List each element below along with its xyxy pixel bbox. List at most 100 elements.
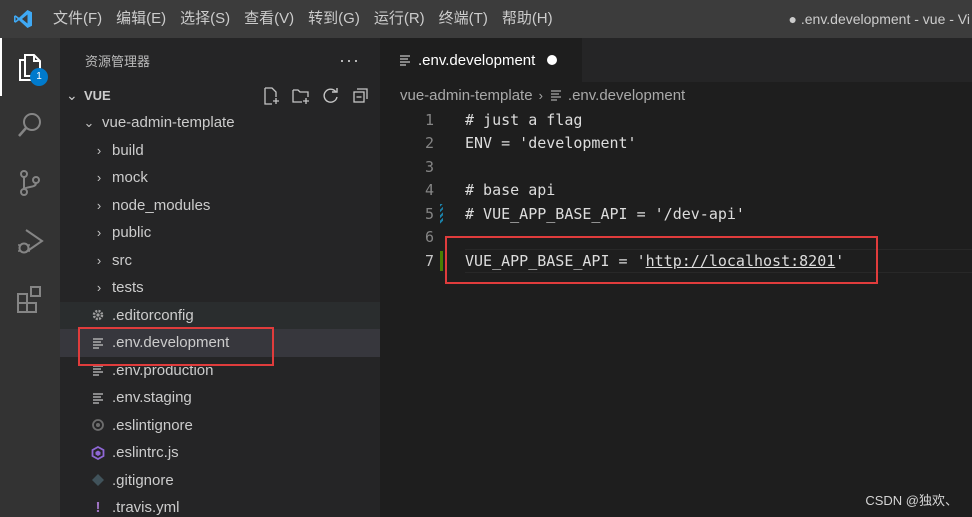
breadcrumb-file[interactable]: .env.development bbox=[568, 87, 685, 104]
run-debug-icon bbox=[18, 229, 44, 254]
menu-edit[interactable]: 编辑(E) bbox=[109, 0, 173, 38]
tree-item-label: vue-admin-template bbox=[102, 114, 235, 132]
breadcrumb: vue-admin-template › .env.development bbox=[380, 82, 972, 108]
tree-item-label: src bbox=[112, 251, 132, 269]
tree-folder-tests[interactable]: › tests bbox=[60, 274, 380, 302]
modified-line-marker[interactable] bbox=[440, 204, 443, 224]
line-text: ENV = 'development' bbox=[465, 134, 637, 153]
menu-view[interactable]: 查看(V) bbox=[237, 0, 301, 38]
menu-file[interactable]: 文件(F) bbox=[46, 0, 109, 38]
gutter bbox=[434, 249, 465, 273]
tree-file-env-staging[interactable]: .env.staging bbox=[60, 384, 380, 412]
watermark: CSDN @独欢、 bbox=[865, 493, 958, 508]
menu-go[interactable]: 转到(G) bbox=[301, 0, 367, 38]
vscode-logo-icon bbox=[0, 0, 46, 38]
text-file-icon bbox=[549, 88, 563, 102]
menu-run[interactable]: 运行(R) bbox=[367, 0, 432, 38]
line-number: 6 bbox=[424, 228, 434, 247]
code-line-active: 7 VUE_APP_BASE_API = ' http://localhost:8… bbox=[380, 249, 972, 273]
workspace-title: VUE bbox=[84, 88, 111, 103]
code-line: 4 # base api bbox=[380, 179, 972, 203]
explorer-badge: 1 bbox=[30, 68, 48, 86]
line-text: # base api bbox=[465, 181, 556, 200]
tree-file-gitignore[interactable]: .gitignore bbox=[60, 467, 380, 495]
extensions-activity-button[interactable] bbox=[0, 270, 60, 328]
line-number: 4 bbox=[424, 181, 434, 200]
tab-label: .env.development bbox=[418, 51, 536, 69]
gutter bbox=[434, 226, 465, 250]
tree-file-env-production[interactable]: .env.production bbox=[60, 357, 380, 385]
tree-item-label: .travis.yml bbox=[112, 499, 180, 517]
editor-area: .env.development vue-admin-template › .e… bbox=[380, 38, 972, 517]
tree-folder-src[interactable]: › src bbox=[60, 247, 380, 275]
tree-file-travis[interactable]: ! .travis.yml bbox=[60, 494, 380, 517]
text-file-icon bbox=[87, 336, 109, 350]
new-file-icon[interactable] bbox=[260, 85, 282, 107]
git-icon bbox=[87, 473, 109, 487]
tree-item-label: .env.staging bbox=[112, 389, 192, 407]
yaml-icon: ! bbox=[95, 499, 101, 517]
run-debug-activity-button[interactable] bbox=[0, 212, 60, 270]
refresh-icon[interactable] bbox=[320, 85, 342, 107]
tree-folder-mock[interactable]: › mock bbox=[60, 164, 380, 192]
tree-folder-build[interactable]: › build bbox=[60, 137, 380, 165]
tree-item-label: .gitignore bbox=[112, 471, 174, 489]
tree-item-label: node_modules bbox=[112, 196, 211, 214]
chevron-right-icon: › bbox=[538, 87, 543, 103]
line-number: 7 bbox=[424, 251, 434, 270]
sidebar-title-bar: 资源管理器 ··· bbox=[60, 38, 380, 82]
explorer-sidebar: 资源管理器 ··· ⌄ VUE ⌄ vue-admin-template › b… bbox=[60, 38, 380, 517]
tree-file-editorconfig[interactable]: .editorconfig bbox=[60, 301, 380, 329]
added-line-marker[interactable] bbox=[440, 251, 443, 271]
code-line: 1 # just a flag bbox=[380, 108, 972, 132]
gutter bbox=[434, 108, 465, 132]
eslint-icon bbox=[87, 445, 109, 460]
code-line: 2 ENV = 'development' bbox=[380, 132, 972, 156]
menu-selection[interactable]: 选择(S) bbox=[173, 0, 237, 38]
code-line: 5 # VUE_APP_BASE_API = '/dev-api' bbox=[380, 202, 972, 226]
tree-item-label: .eslintignore bbox=[112, 416, 193, 434]
tree-file-env-development[interactable]: .env.development bbox=[60, 329, 380, 357]
gutter bbox=[434, 202, 465, 226]
tree-folder-node-modules[interactable]: › node_modules bbox=[60, 192, 380, 220]
sidebar-title: 资源管理器 bbox=[85, 53, 151, 69]
new-folder-icon[interactable] bbox=[290, 85, 312, 107]
tree-item-label: .eslintrc.js bbox=[112, 444, 179, 462]
tree-item-label: public bbox=[112, 224, 152, 242]
chevron-right-icon: › bbox=[96, 225, 102, 241]
workspace-section-header[interactable]: ⌄ VUE bbox=[60, 82, 380, 109]
explorer-activity-button[interactable]: 1 bbox=[0, 38, 60, 96]
code-editor[interactable]: 1 # just a flag 2 ENV = 'development' 3 … bbox=[380, 108, 972, 273]
line-text: # just a flag bbox=[465, 110, 583, 129]
chevron-right-icon: › bbox=[96, 170, 102, 186]
source-control-icon bbox=[20, 170, 40, 196]
tree-item-label: .editorconfig bbox=[112, 306, 194, 324]
text-file-icon bbox=[87, 391, 109, 405]
line-number: 5 bbox=[424, 204, 434, 223]
chevron-down-icon: ⌄ bbox=[66, 87, 78, 103]
chevron-down-icon: ⌄ bbox=[83, 114, 95, 130]
tree-file-eslintrc[interactable]: .eslintrc.js bbox=[60, 439, 380, 467]
activity-bar: 1 bbox=[0, 38, 60, 517]
tree-folder-public[interactable]: › public bbox=[60, 219, 380, 247]
line-text: # VUE_APP_BASE_API = '/dev-api' bbox=[465, 204, 745, 223]
text-file-icon bbox=[87, 363, 109, 377]
tree-root-folder[interactable]: ⌄ vue-admin-template bbox=[60, 109, 380, 137]
chevron-right-icon: › bbox=[96, 280, 102, 296]
menu-terminal[interactable]: 终端(T) bbox=[432, 0, 495, 38]
current-line-highlight bbox=[465, 249, 972, 273]
more-actions-button[interactable]: ··· bbox=[339, 50, 360, 71]
tab-env-development[interactable]: .env.development bbox=[380, 38, 582, 82]
title-bar: 文件(F) 编辑(E) 选择(S) 查看(V) 转到(G) 运行(R) 终端(T… bbox=[0, 0, 972, 38]
tree-file-eslintignore[interactable]: .eslintignore bbox=[60, 412, 380, 440]
collapse-all-icon[interactable] bbox=[350, 85, 372, 107]
code-line: 3 bbox=[380, 155, 972, 179]
extensions-icon bbox=[17, 286, 41, 313]
gutter bbox=[434, 155, 465, 179]
menu-help[interactable]: 帮助(H) bbox=[495, 0, 560, 38]
breadcrumb-folder[interactable]: vue-admin-template bbox=[400, 87, 533, 104]
search-activity-button[interactable] bbox=[0, 96, 60, 154]
gear-icon bbox=[87, 308, 109, 322]
unsaved-dot-icon[interactable] bbox=[547, 55, 558, 65]
source-control-activity-button[interactable] bbox=[0, 154, 60, 212]
